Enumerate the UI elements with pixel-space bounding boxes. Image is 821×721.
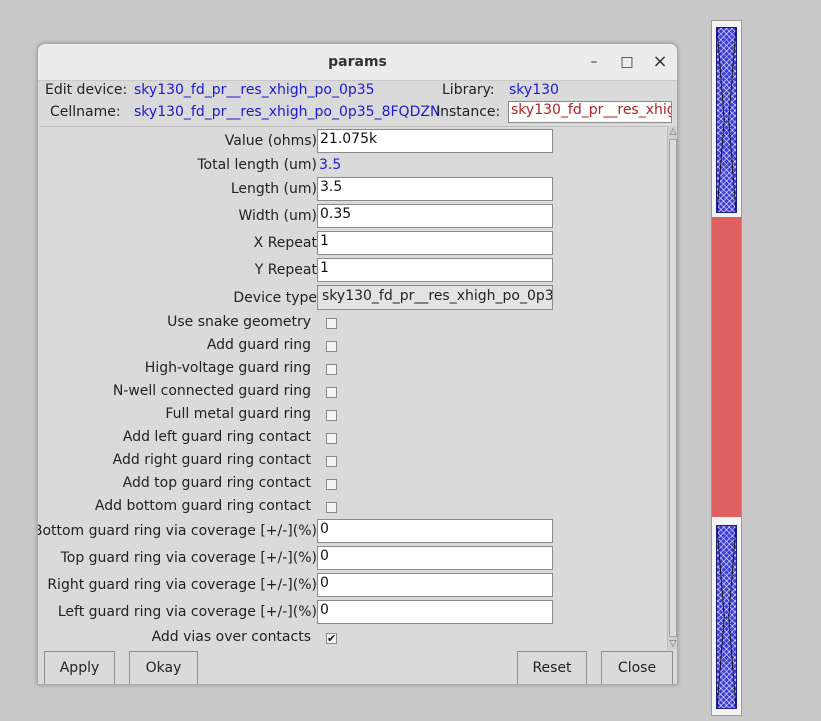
minimize-button[interactable]: – — [583, 51, 605, 73]
total-length-value: 3.5 — [319, 157, 342, 173]
device-type-menu-button[interactable]: sky130_fd_pr__res_xhigh_po_0p35 — [317, 285, 553, 310]
cellname-value: sky130_fd_pr__res_xhigh_po_0p35_8FQDZN — [134, 104, 441, 120]
instance-field[interactable]: sky130_fd_pr__res_xhigh_po_0p35_ — [508, 101, 672, 123]
top-contact-checkbox[interactable] — [326, 479, 337, 490]
layout-canvas[interactable] — [711, 20, 742, 716]
apply-button[interactable]: Apply — [44, 651, 115, 684]
instance-label: Instance: — [436, 104, 501, 120]
library-label: Library: — [442, 82, 495, 98]
cellname-label: Cellname: — [50, 104, 121, 120]
bottom-contact-outline-icon — [717, 526, 736, 708]
total-length-label: Total length (um) — [197, 157, 317, 173]
title-bar[interactable]: params – □ × — [38, 44, 677, 81]
top-via-label: Top guard ring via coverage [+/-](%) — [60, 550, 317, 566]
guard-ring-label: Add guard ring — [206, 337, 311, 353]
resistor-body-shape — [712, 217, 741, 517]
top-contact-shape — [716, 27, 737, 213]
full-metal-guard-ring-checkbox[interactable] — [326, 410, 337, 421]
x-repeat-input[interactable]: 1 — [317, 231, 553, 255]
snake-geometry-label: Use snake geometry — [167, 314, 311, 330]
x-repeat-label: X Repeat — [253, 235, 317, 251]
width-label: Width (um) — [238, 208, 317, 224]
params-dialog: params – □ × Edit device: sky130_fd_pr__… — [37, 43, 678, 685]
right-via-label: Right guard ring via coverage [+/-](%) — [47, 577, 317, 593]
value-ohms-label: Value (ohms) — [224, 133, 317, 149]
value-ohms-input[interactable]: 21.075k — [317, 129, 553, 153]
scroll-up-arrow-icon[interactable]: △ — [668, 126, 677, 138]
edit-device-value: sky130_fd_pr__res_xhigh_po_0p35 — [134, 82, 375, 98]
nwell-guard-ring-checkbox[interactable] — [326, 387, 337, 398]
guard-ring-checkbox[interactable] — [326, 341, 337, 352]
library-value: sky130 — [509, 82, 559, 98]
right-via-input[interactable]: 0 — [317, 573, 553, 597]
top-contact-label: Add top guard ring contact — [122, 475, 311, 491]
length-label: Length (um) — [230, 181, 317, 197]
scroll-down-arrow-icon[interactable]: ▽ — [668, 638, 677, 650]
window-title: params — [328, 54, 387, 70]
width-input[interactable]: 0.35 — [317, 204, 553, 228]
right-contact-checkbox[interactable] — [326, 456, 337, 467]
y-repeat-label: Y Repeat — [254, 262, 317, 278]
hv-guard-ring-label: High-voltage guard ring — [144, 360, 311, 376]
device-type-label: Device type — [233, 290, 317, 306]
bottom-contact-checkbox[interactable] — [326, 502, 337, 513]
top-contact-outline-icon — [717, 28, 736, 212]
snake-geometry-checkbox[interactable] — [326, 318, 337, 329]
left-contact-label: Add left guard ring contact — [122, 429, 311, 445]
bottom-via-input[interactable]: 0 — [317, 519, 553, 543]
add-vias-checkbox[interactable]: ✔ — [326, 633, 337, 644]
close-window-button[interactable]: × — [649, 51, 671, 73]
left-contact-checkbox[interactable] — [326, 433, 337, 444]
okay-button[interactable]: Okay — [129, 651, 198, 684]
length-input[interactable]: 3.5 — [317, 177, 553, 201]
params-panel: Value (ohms) 21.075k Total length (um) 3… — [37, 126, 666, 651]
bottom-via-label: Bottom guard ring via coverage [+/-](%) — [37, 523, 317, 539]
edit-device-label: Edit device: — [45, 82, 128, 98]
top-via-input[interactable]: 0 — [317, 546, 553, 570]
add-vias-label: Add vias over contacts — [151, 629, 311, 645]
nwell-guard-ring-label: N-well connected guard ring — [112, 383, 311, 399]
maximize-button[interactable]: □ — [616, 51, 638, 73]
y-repeat-input[interactable]: 1 — [317, 258, 553, 282]
left-via-label: Left guard ring via coverage [+/-](%) — [57, 604, 317, 620]
right-contact-label: Add right guard ring contact — [112, 452, 311, 468]
hv-guard-ring-checkbox[interactable] — [326, 364, 337, 375]
bottom-contact-label: Add bottom guard ring contact — [94, 498, 311, 514]
left-via-input[interactable]: 0 — [317, 600, 553, 624]
reset-button[interactable]: Reset — [517, 651, 587, 684]
full-metal-guard-ring-label: Full metal guard ring — [165, 406, 311, 422]
scrollbar-thumb[interactable] — [669, 139, 677, 637]
params-scrollbar[interactable]: △ ▽ — [667, 126, 677, 650]
bottom-contact-shape — [716, 525, 737, 709]
close-button[interactable]: Close — [601, 651, 673, 684]
